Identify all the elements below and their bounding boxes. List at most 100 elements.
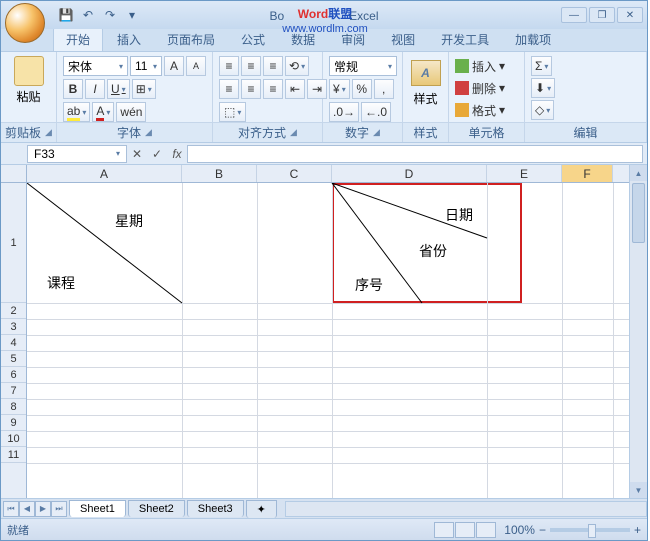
scroll-down-icon[interactable]: ▼ [630, 482, 647, 498]
styles-icon[interactable]: A [411, 60, 441, 86]
align-left-button[interactable]: ≡ [219, 79, 239, 99]
fill-color-button[interactable]: ab [63, 102, 90, 122]
indent-dec-button[interactable]: ⇤ [285, 79, 305, 99]
prev-sheet-icon[interactable]: ◀ [19, 501, 35, 517]
decrease-decimal-button[interactable]: ←.0 [361, 102, 391, 122]
normal-view-button[interactable] [434, 522, 454, 538]
italic-button[interactable]: I [85, 79, 105, 99]
enter-icon[interactable]: ✓ [148, 145, 166, 163]
tab-insert[interactable]: 插入 [105, 28, 153, 51]
maximize-button[interactable]: ❐ [589, 7, 615, 23]
scroll-up-icon[interactable]: ▲ [630, 165, 647, 181]
col-header-D[interactable]: D [332, 165, 487, 182]
tab-review[interactable]: 审阅 [329, 28, 377, 51]
select-all-corner[interactable] [1, 165, 27, 183]
close-button[interactable]: ✕ [617, 7, 643, 23]
page-break-view-button[interactable] [476, 522, 496, 538]
row-header-6[interactable]: 6 [1, 367, 26, 383]
horizontal-scrollbar[interactable] [285, 501, 647, 517]
comma-button[interactable]: , [374, 79, 394, 99]
insert-cells-button[interactable]: 插入 ▾ [455, 56, 518, 76]
align-bottom-button[interactable]: ≡ [263, 56, 283, 76]
paste-button[interactable]: 粘贴 [16, 88, 40, 105]
dialog-launcher-icon[interactable]: ◢ [290, 127, 297, 138]
fill-button[interactable]: ⬇ [531, 78, 555, 98]
cancel-icon[interactable]: ✕ [128, 145, 146, 163]
grow-font-button[interactable]: A [164, 56, 184, 76]
vertical-scrollbar[interactable]: ▲ ▼ [629, 165, 647, 498]
delete-cells-button[interactable]: 删除 ▾ [455, 78, 518, 98]
increase-decimal-button[interactable]: .0→ [329, 102, 359, 122]
align-top-button[interactable]: ≡ [219, 56, 239, 76]
redo-icon[interactable]: ↷ [101, 6, 119, 24]
col-header-F[interactable]: F [562, 165, 613, 182]
office-button[interactable] [5, 3, 45, 43]
paste-icon[interactable] [14, 56, 44, 86]
sheet-tab-1[interactable]: Sheet1 [69, 500, 126, 517]
dialog-launcher-icon[interactable]: ◢ [45, 127, 52, 138]
row-header-1[interactable]: 1 [1, 183, 26, 303]
tab-dev[interactable]: 开发工具 [429, 28, 501, 51]
autosum-button[interactable]: Σ [531, 56, 552, 76]
page-layout-view-button[interactable] [455, 522, 475, 538]
tab-home[interactable]: 开始 [53, 27, 103, 51]
col-header-A[interactable]: A [27, 165, 182, 182]
sheet-tab-3[interactable]: Sheet3 [187, 500, 244, 517]
tab-view[interactable]: 视图 [379, 28, 427, 51]
dialog-launcher-icon[interactable]: ◢ [373, 127, 380, 138]
first-sheet-icon[interactable]: ⏮ [3, 501, 19, 517]
border-button[interactable]: ⊞ [132, 79, 156, 99]
zoom-out-button[interactable]: − [539, 523, 546, 537]
zoom-level[interactable]: 100% [504, 523, 535, 537]
row-header-5[interactable]: 5 [1, 351, 26, 367]
fx-button[interactable]: fx [168, 145, 186, 163]
col-header-E[interactable]: E [487, 165, 562, 182]
tab-data[interactable]: 数据 [279, 28, 327, 51]
qat-dropdown-icon[interactable]: ▾ [123, 6, 141, 24]
spreadsheet-grid[interactable]: ABCDEF 1234567891011 星期课程日期省份序号 ▲ ▼ [1, 165, 647, 498]
orientation-button[interactable]: ⟲ [285, 56, 309, 76]
minimize-button[interactable]: — [561, 7, 587, 23]
row-header-8[interactable]: 8 [1, 399, 26, 415]
zoom-slider[interactable] [550, 528, 630, 532]
align-middle-button[interactable]: ≡ [241, 56, 261, 76]
dialog-launcher-icon[interactable]: ◢ [145, 127, 152, 138]
align-right-button[interactable]: ≡ [263, 79, 283, 99]
phonetic-button[interactable]: wén [116, 102, 146, 122]
merge-button[interactable]: ⬚ [219, 102, 246, 122]
row-header-3[interactable]: 3 [1, 319, 26, 335]
percent-button[interactable]: % [352, 79, 372, 99]
row-header-9[interactable]: 9 [1, 415, 26, 431]
tab-layout[interactable]: 页面布局 [155, 28, 227, 51]
zoom-in-button[interactable]: + [634, 523, 641, 537]
scrollbar-thumb[interactable] [632, 183, 645, 243]
clear-button[interactable]: ◇ [531, 100, 554, 120]
col-header-C[interactable]: C [257, 165, 332, 182]
bold-button[interactable]: B [63, 79, 83, 99]
row-header-4[interactable]: 4 [1, 335, 26, 351]
row-header-2[interactable]: 2 [1, 303, 26, 319]
row-header-10[interactable]: 10 [1, 431, 26, 447]
row-header-7[interactable]: 7 [1, 383, 26, 399]
save-icon[interactable]: 💾 [57, 6, 75, 24]
align-center-button[interactable]: ≡ [241, 79, 261, 99]
styles-button[interactable]: 样式 [413, 90, 437, 107]
currency-button[interactable]: ¥ [329, 79, 350, 99]
tab-addin[interactable]: 加载项 [503, 28, 563, 51]
sheet-tab-2[interactable]: Sheet2 [128, 500, 185, 517]
name-box[interactable]: F33▾ [27, 145, 127, 163]
undo-icon[interactable]: ↶ [79, 6, 97, 24]
underline-button[interactable]: U [107, 79, 130, 99]
font-color-button[interactable]: A [92, 102, 114, 122]
font-size-combo[interactable]: 11▾ [130, 56, 162, 76]
last-sheet-icon[interactable]: ⏭ [51, 501, 67, 517]
formula-bar[interactable] [187, 145, 643, 163]
tab-formula[interactable]: 公式 [229, 28, 277, 51]
number-format-combo[interactable]: 常规▾ [329, 56, 397, 76]
new-sheet-button[interactable]: ✦ [246, 500, 277, 518]
font-name-combo[interactable]: 宋体▾ [63, 56, 128, 76]
row-header-11[interactable]: 11 [1, 447, 26, 463]
next-sheet-icon[interactable]: ▶ [35, 501, 51, 517]
format-cells-button[interactable]: 格式 ▾ [455, 100, 518, 120]
col-header-B[interactable]: B [182, 165, 257, 182]
